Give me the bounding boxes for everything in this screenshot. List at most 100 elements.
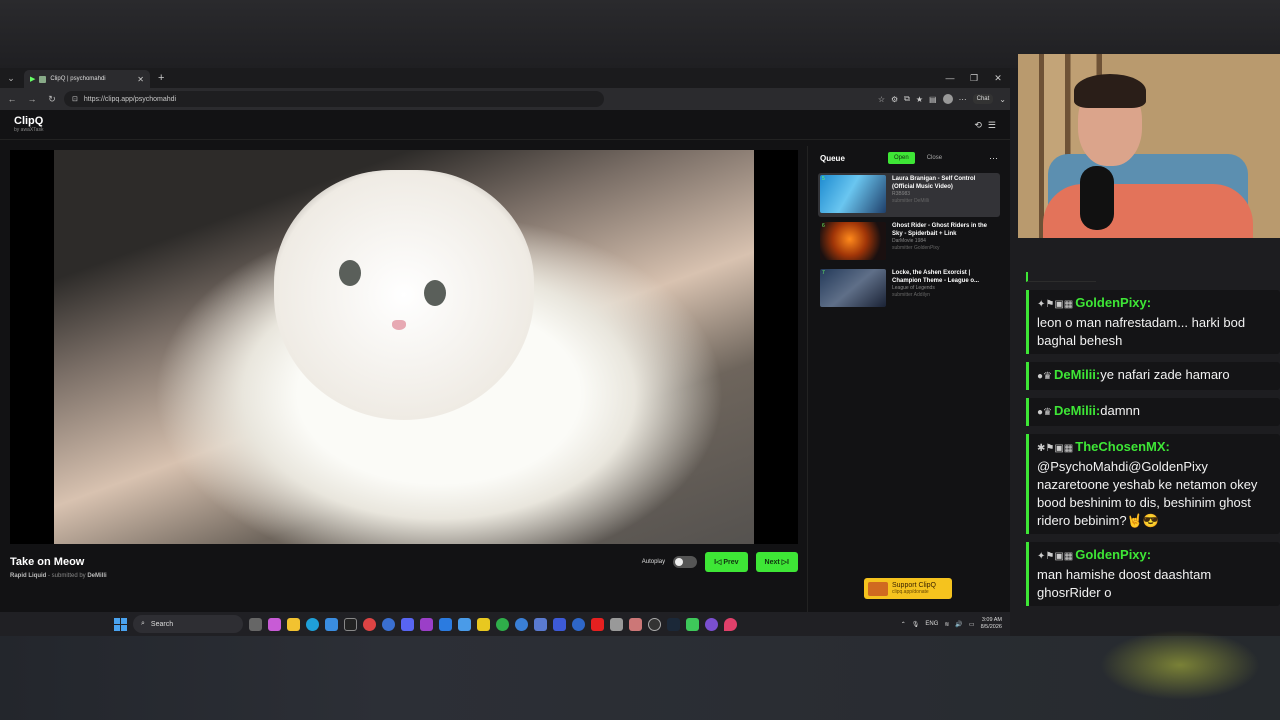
chat-divider xyxy=(1026,272,1096,282)
app-icon[interactable] xyxy=(534,617,547,631)
back-icon[interactable]: ← xyxy=(4,94,20,104)
favorite-star-icon[interactable]: ☆ xyxy=(878,95,885,104)
wifi-icon[interactable]: ≋ xyxy=(944,621,949,628)
split-screen-icon[interactable]: ⧉ xyxy=(904,94,910,104)
sidebar-chevron-icon[interactable]: ⌄ xyxy=(999,95,1006,104)
more-icon[interactable]: ⋯ xyxy=(959,95,967,104)
battery-icon[interactable]: ▭ xyxy=(969,621,975,628)
cat-eye-right xyxy=(424,280,446,306)
new-tab-icon[interactable]: + xyxy=(158,72,164,84)
chat-text: ye nafari zade hamaro xyxy=(1100,367,1230,382)
clock[interactable]: 3:09 AM 8/5/2026 xyxy=(981,617,1002,630)
settings-sliders-icon[interactable]: ☰ xyxy=(988,120,996,131)
support-button[interactable]: Support ClipQ clipq.app/donate xyxy=(864,578,952,599)
windows-start-icon[interactable] xyxy=(114,617,127,631)
player-controls: Autoplay I◁ Prev Next ▷I xyxy=(642,552,798,572)
app-icon[interactable] xyxy=(572,617,585,631)
chat-username: GoldenPixy: xyxy=(1075,295,1152,310)
clock-date: 8/5/2026 xyxy=(980,624,1002,630)
chrome-icon[interactable] xyxy=(363,617,376,631)
forward-icon[interactable]: → xyxy=(24,94,40,104)
video-frame xyxy=(54,150,754,544)
queue-item-title: Laura Branigan - Self Control (Official … xyxy=(892,176,976,191)
pin-icon[interactable] xyxy=(724,617,737,631)
chat-message: ●♛ DeMilii:ye nafari zade hamaro xyxy=(1026,362,1280,390)
queue-thumbnail: 5 xyxy=(820,175,886,213)
queue-panel: Queue Open Close ⋯ 5 Laura Branigan - Se… xyxy=(807,146,1010,612)
chat-text: man hamishe doost daashtam ghosrRider o xyxy=(1037,567,1212,600)
queue-item-submitter: submitter DeMilli xyxy=(892,197,929,204)
app-icon[interactable] xyxy=(686,617,699,631)
url-field[interactable]: ⊡ https://clipq.app/psychomahdi xyxy=(64,91,604,107)
obs-icon[interactable] xyxy=(648,617,661,631)
queue-item-number: 6 xyxy=(822,223,825,229)
clock-time: 3:09 AM xyxy=(981,617,1002,624)
language-indicator[interactable]: ENG xyxy=(925,621,938,627)
queue-thumbnail: 7 xyxy=(820,269,886,307)
microphone-icon[interactable]: 🎙 xyxy=(912,621,920,628)
collections-icon[interactable]: ▤ xyxy=(929,95,937,104)
user-badges-icon: ✱⚑▣▦ xyxy=(1037,443,1074,454)
autoplay-toggle[interactable] xyxy=(673,556,698,568)
webcam-microphone xyxy=(1080,166,1114,230)
queue-open-button[interactable]: Open xyxy=(888,152,915,164)
store-icon[interactable] xyxy=(325,617,338,631)
app-icon[interactable] xyxy=(496,617,509,631)
restore-icon[interactable]: ❐ xyxy=(962,73,986,84)
queue-item[interactable]: 6 Ghost Rider - Ghost Riders in the Sky … xyxy=(818,220,1000,264)
app-icon[interactable] xyxy=(610,617,623,631)
tray-chevron-icon[interactable]: ⌃ xyxy=(901,621,906,628)
queue-more-icon[interactable]: ⋯ xyxy=(989,153,998,164)
volume-icon[interactable]: 🔊 xyxy=(955,621,962,628)
webcam-hair xyxy=(1074,74,1146,108)
chat-username: GoldenPixy: xyxy=(1075,547,1152,562)
close-window-icon[interactable]: ✕ xyxy=(986,73,1010,84)
next-button[interactable]: Next ▷I xyxy=(755,552,798,572)
chat-username: TheChosenMX: xyxy=(1075,439,1170,454)
queue-item[interactable]: 5 Laura Branigan - Self Control (Officia… xyxy=(818,173,1000,217)
close-tab-icon[interactable]: ✕ xyxy=(137,75,144,84)
queue-item-number: 7 xyxy=(822,270,825,276)
reload-icon[interactable]: ↻ xyxy=(44,94,60,105)
discord-icon[interactable] xyxy=(401,617,414,631)
rider-icon[interactable] xyxy=(420,617,433,631)
photos-icon[interactable] xyxy=(458,617,471,631)
steam-icon[interactable] xyxy=(667,617,680,631)
chat-username: DeMilii: xyxy=(1054,403,1101,418)
history-icon[interactable]: ⟲ xyxy=(974,120,982,131)
task-view-icon[interactable] xyxy=(249,617,262,631)
app-icon[interactable] xyxy=(439,617,452,631)
minimize-icon[interactable]: — xyxy=(938,73,962,84)
tab-list-chevron-icon[interactable]: ⌄ xyxy=(4,73,18,84)
profile-avatar[interactable] xyxy=(942,94,953,104)
extensions-icon[interactable]: ⚙ xyxy=(891,95,898,104)
chat-message: ●♛ DeMilii:damnn xyxy=(1026,398,1280,426)
app-icon[interactable] xyxy=(553,617,566,631)
play-icon: ▶ xyxy=(30,76,36,83)
x-app-icon[interactable] xyxy=(344,617,357,631)
queue-close-button[interactable]: Close xyxy=(921,152,948,164)
youtube-icon[interactable] xyxy=(591,617,604,631)
queue-item-title: Ghost Rider - Ghost Riders in the Sky - … xyxy=(892,223,988,238)
app-icon[interactable] xyxy=(629,617,642,631)
copilot-icon[interactable] xyxy=(268,617,281,631)
app-icon[interactable] xyxy=(477,617,490,631)
app-icon[interactable] xyxy=(515,617,528,631)
favorites-icon[interactable]: ★ xyxy=(916,95,923,104)
app-icon[interactable] xyxy=(705,617,718,631)
edge-icon[interactable] xyxy=(306,617,319,631)
video-player[interactable] xyxy=(10,150,798,544)
queue-item-channel: R3B983 xyxy=(892,191,911,198)
copilot-chat-button[interactable]: Chat xyxy=(972,94,994,104)
file-explorer-icon[interactable] xyxy=(287,617,300,631)
browser-tab[interactable]: ▶ ClipQ | psychomahdi ✕ xyxy=(24,70,150,88)
taskbar-search[interactable]: ⌕ Search xyxy=(133,615,243,633)
cat-eye-left xyxy=(339,260,361,286)
queue-item[interactable]: 7 Locke, the Ashen Exorcist | Champion T… xyxy=(818,267,1000,311)
queue-header: Queue Open Close ⋯ xyxy=(808,146,1010,170)
chat-message: ✦⚑▣▦ GoldenPixy: leon o man nafrestadam..… xyxy=(1026,290,1280,354)
site-info-icon[interactable]: ⊡ xyxy=(72,95,78,103)
app-logo[interactable]: ClipQ xyxy=(14,115,996,127)
prev-button[interactable]: I◁ Prev xyxy=(705,552,748,572)
ccleaner-icon[interactable] xyxy=(382,617,395,631)
